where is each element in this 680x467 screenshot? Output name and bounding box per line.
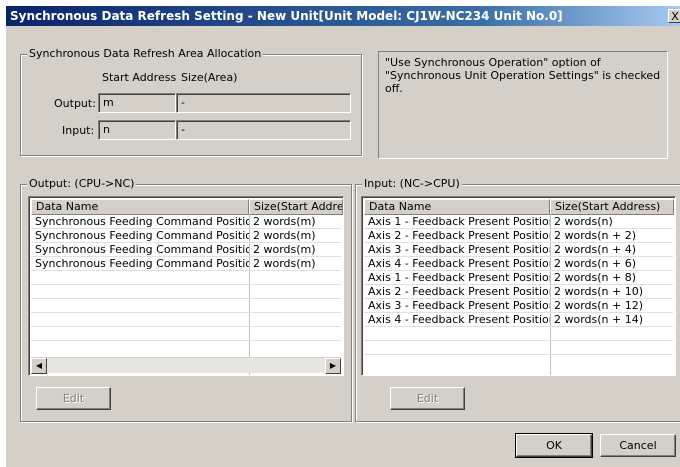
row-size: 2 words(m) — [253, 257, 316, 270]
input-data-list[interactable]: Data Name Size(Start Address) Axis 1 - F… — [361, 196, 676, 376]
output-col-data-name[interactable]: Data Name — [31, 199, 249, 215]
table-row[interactable]: Axis 2 - Feedback Present Position 2 word… — [364, 285, 673, 299]
table-row — [364, 341, 673, 355]
window-title: Synchronous Data Refresh Setting - New U… — [10, 9, 563, 23]
table-row[interactable]: Synchronous Feeding Command Position ...… — [31, 215, 341, 229]
table-row[interactable]: Axis 3 - Feedback Present Position 2 word… — [364, 299, 673, 313]
row-size: 2 words(m) — [253, 229, 316, 242]
input-label: Input: — [62, 124, 95, 137]
row-size: 2 words(n + 12) — [554, 299, 644, 312]
row-data-name: Axis 1 - Feedback Present Position — [368, 271, 550, 284]
table-row — [31, 313, 341, 327]
output-start-address-field: m — [98, 93, 176, 113]
table-row — [31, 299, 341, 313]
input-col-data-name[interactable]: Data Name — [364, 199, 550, 215]
row-data-name: Axis 2 - Feedback Present Position — [368, 285, 550, 298]
table-row[interactable]: Axis 4 - Feedback Present Position 2 word… — [364, 257, 673, 271]
table-row — [31, 327, 341, 341]
row-size: 2 words(n + 8) — [554, 271, 637, 284]
allocation-group-label: Synchronous Data Refresh Area Allocation — [27, 47, 264, 61]
input-rows: Axis 1 - Feedback Present Position 2 word… — [364, 215, 673, 355]
table-row[interactable]: Synchronous Feeding Command Position ...… — [31, 257, 341, 271]
row-data-name: Axis 4 - Feedback Present Position — [368, 313, 550, 326]
table-row[interactable]: Axis 1 - Feedback Present Position 2 word… — [364, 271, 673, 285]
scroll-right-arrow-icon[interactable]: ▶ — [325, 358, 341, 374]
row-data-name: Synchronous Feeding Command Position ... — [35, 229, 249, 242]
table-row[interactable]: Synchronous Feeding Command Position ...… — [31, 229, 341, 243]
row-data-name: Synchronous Feeding Command Position ... — [35, 257, 249, 270]
input-size-field: - — [176, 120, 351, 140]
row-data-name: Axis 3 - Feedback Present Position — [368, 299, 550, 312]
row-size: 2 words(n + 6) — [554, 257, 637, 270]
cancel-button[interactable]: Cancel — [600, 434, 676, 457]
row-data-name: Axis 2 - Feedback Present Position — [368, 229, 550, 242]
title-bar[interactable]: Synchronous Data Refresh Setting - New U… — [6, 6, 680, 26]
size-area-header: Size(Area) — [181, 71, 238, 84]
output-horizontal-scrollbar[interactable]: ◀ ▶ — [31, 357, 341, 374]
row-data-name: Axis 4 - Feedback Present Position — [368, 257, 550, 270]
table-row[interactable]: Synchronous Feeding Command Position ...… — [31, 243, 341, 257]
close-button[interactable]: X — [668, 9, 680, 23]
output-col-size[interactable]: Size(Start Address — [249, 199, 343, 215]
input-start-address-field: n — [98, 120, 176, 140]
output-edit-button[interactable]: Edit — [36, 387, 111, 410]
dialog-window: Synchronous Data Refresh Setting - New U… — [5, 5, 680, 467]
synchronous-notice: "Use Synchronous Operation" option of "S… — [378, 51, 668, 159]
ok-button[interactable]: OK — [515, 433, 593, 458]
input-col-size[interactable]: Size(Start Address) — [550, 199, 674, 215]
start-address-header: Start Address — [102, 71, 177, 84]
table-row — [31, 285, 341, 299]
output-size-field: - — [176, 93, 351, 113]
table-row — [31, 271, 341, 285]
row-data-name: Synchronous Feeding Command Position ... — [35, 243, 249, 256]
table-row[interactable]: Axis 4 - Feedback Present Position 2 word… — [364, 313, 673, 327]
scroll-left-arrow-icon[interactable]: ◀ — [31, 358, 47, 374]
table-row — [364, 327, 673, 341]
row-size: 2 words(n + 4) — [554, 243, 637, 256]
row-size: 2 words(n + 10) — [554, 285, 644, 298]
row-size: 2 words(m) — [253, 215, 316, 228]
row-data-name: Axis 3 - Feedback Present Position — [368, 243, 550, 256]
row-data-name: Axis 1 - Feedback Present Position — [368, 215, 550, 228]
row-data-name: Synchronous Feeding Command Position ... — [35, 215, 249, 228]
output-group-label: Output: (CPU->NC) — [27, 177, 137, 191]
table-row[interactable]: Axis 1 - Feedback Present Position 2 word… — [364, 215, 673, 229]
output-data-list[interactable]: Data Name Size(Start Address Synchronous… — [28, 196, 344, 376]
row-size: 2 words(n) — [554, 215, 613, 228]
table-row[interactable]: Axis 3 - Feedback Present Position 2 word… — [364, 243, 673, 257]
output-rows: Synchronous Feeding Command Position ...… — [31, 215, 341, 341]
row-size: 2 words(m) — [253, 243, 316, 256]
row-size: 2 words(n + 14) — [554, 313, 644, 326]
table-row[interactable]: Axis 2 - Feedback Present Position 2 word… — [364, 229, 673, 243]
output-label: Output: — [54, 97, 96, 110]
input-group-label: Input: (NC->CPU) — [362, 177, 462, 191]
row-size: 2 words(n + 2) — [554, 229, 637, 242]
input-edit-button[interactable]: Edit — [390, 387, 465, 410]
